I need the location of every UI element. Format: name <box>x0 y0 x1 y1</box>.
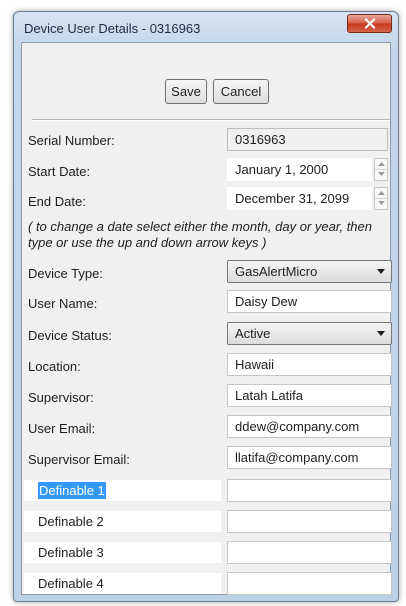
start-date-spinner[interactable] <box>374 158 388 181</box>
definable-label-2-text: Definable 2 <box>38 514 104 529</box>
device-type-value: GasAlertMicro <box>235 264 318 279</box>
close-icon <box>364 18 375 29</box>
close-button[interactable] <box>347 14 392 33</box>
save-button[interactable]: Save <box>165 79 207 104</box>
definable-label-3[interactable]: Definable 3 <box>24 542 221 563</box>
location-input[interactable]: Hawaii <box>227 353 392 376</box>
serial-number-label: Serial Number: <box>28 133 115 148</box>
user-email-input[interactable]: ddew@company.com <box>227 415 392 438</box>
dialog-content: Save Cancel Serial Number: 0316963 Start… <box>21 42 392 595</box>
triangle-down-icon <box>377 331 385 336</box>
device-status-label: Device Status: <box>28 328 112 343</box>
definable-label-1-text: Definable 1 <box>38 482 106 499</box>
definable-value-2[interactable] <box>227 510 392 533</box>
start-date-label: Start Date: <box>28 164 91 179</box>
divider <box>32 119 390 121</box>
device-status-value: Active <box>235 326 271 341</box>
definable-label-4-text: Definable 4 <box>38 576 104 591</box>
user-email-label: User Email: <box>28 421 96 436</box>
supervisor-label: Supervisor: <box>28 390 94 405</box>
definable-label-4[interactable]: Definable 4 <box>24 573 221 594</box>
definable-label-1[interactable]: Definable 1 <box>24 480 221 501</box>
user-name-input[interactable]: Daisy Dew <box>227 290 392 313</box>
definable-value-1[interactable] <box>227 479 392 502</box>
cancel-button[interactable]: Cancel <box>213 79 269 104</box>
date-hint-text: ( to change a date select either the mon… <box>28 219 372 250</box>
supervisor-email-label: Supervisor Email: <box>28 452 130 467</box>
spin-down-icon[interactable] <box>375 169 387 179</box>
user-name-label: User Name: <box>28 296 98 311</box>
supervisor-email-input[interactable]: llatifa@company.com <box>227 446 392 469</box>
window-title: Device User Details - 0316963 <box>24 21 201 36</box>
device-type-label: Device Type: <box>28 266 103 281</box>
supervisor-input[interactable]: Latah Latifa <box>227 384 392 407</box>
start-date-picker[interactable]: January 1, 2000 <box>227 158 372 181</box>
end-date-picker[interactable]: December 31, 2099 <box>227 187 372 210</box>
serial-number-field: 0316963 <box>227 128 388 151</box>
triangle-down-icon <box>377 269 385 274</box>
end-date-spinner[interactable] <box>374 187 388 210</box>
definable-label-3-text: Definable 3 <box>38 545 104 560</box>
device-status-select[interactable]: Active <box>227 322 392 345</box>
device-type-select[interactable]: GasAlertMicro <box>227 260 392 283</box>
definable-label-2[interactable]: Definable 2 <box>24 511 221 532</box>
definable-value-3[interactable] <box>227 541 392 564</box>
location-label: Location: <box>28 359 81 374</box>
definable-value-4[interactable] <box>227 572 392 595</box>
end-date-label: End Date: <box>28 194 86 209</box>
spin-down-icon[interactable] <box>375 198 387 208</box>
title-bar[interactable]: Device User Details - 0316963 <box>14 12 398 42</box>
dialog-window: Device User Details - 0316963 Save Cance… <box>13 11 399 602</box>
